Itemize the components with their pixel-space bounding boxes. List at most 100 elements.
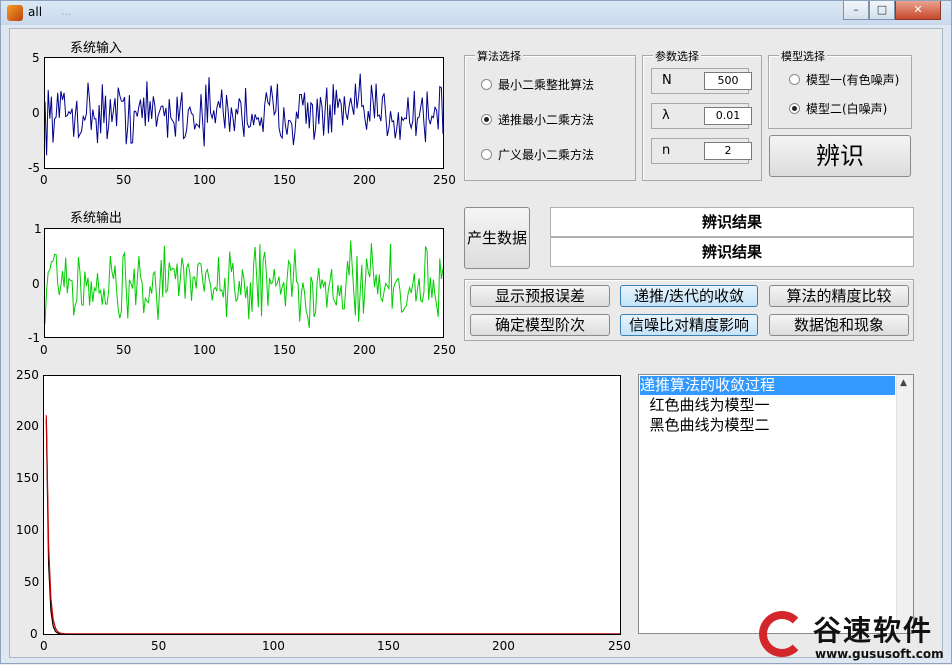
input-axes-title: 系统输入: [70, 41, 123, 56]
show-prediction-error-button[interactable]: 显示预报误差: [470, 285, 610, 307]
result-box-1: 辨识结果: [550, 207, 914, 237]
conv-xtick: 50: [151, 639, 167, 653]
algo-option-label: 递推最小二乘方法: [498, 113, 595, 127]
gusu-logo-icon: [759, 611, 805, 657]
window-title: all: [28, 5, 43, 19]
convergence-curve: [45, 419, 620, 635]
identify-button[interactable]: 辨识: [769, 135, 911, 177]
param-label: n: [662, 143, 671, 158]
model-option-label: 模型一(有色噪声): [806, 73, 900, 87]
radio-icon[interactable]: [481, 79, 492, 90]
input-ytick: 5: [32, 51, 40, 65]
param-row-order: n 2: [651, 138, 752, 164]
algo-option-generalized-ls[interactable]: 广义最小二乘方法: [481, 146, 594, 163]
scroll-up-arrow-icon[interactable]: ▲: [900, 378, 907, 388]
window-title-ghost: ...: [61, 5, 72, 18]
output-xtick: 0: [40, 343, 48, 357]
model-option-colored-noise[interactable]: 模型一(有色噪声): [789, 71, 899, 88]
radio-icon[interactable]: [481, 149, 492, 160]
data-saturation-button[interactable]: 数据饱和现象: [769, 314, 909, 336]
conv-xtick: 0: [40, 639, 48, 653]
output-xtick: 200: [353, 343, 376, 357]
conv-xtick: 200: [492, 639, 515, 653]
watermark-name: 谷速软件: [813, 614, 934, 647]
model-order-button[interactable]: 确定模型阶次: [470, 314, 610, 336]
conv-xtick: 250: [608, 639, 631, 653]
conv-ytick: 100: [16, 523, 39, 537]
conv-ytick: 50: [24, 575, 40, 589]
model-panel: 模型选择 模型一(有色噪声) 模型二(白噪声): [768, 48, 912, 129]
close-button[interactable]: ✕: [895, 1, 941, 20]
output-axes: [44, 228, 444, 338]
input-xtick: 50: [116, 173, 132, 187]
output-axes-title: 系统输出: [70, 211, 123, 226]
param-panel-title: 参数选择: [653, 48, 701, 64]
algo-panel: 算法选择 最小二乘整批算法 递推最小二乘方法 广义最小二乘方法: [464, 48, 636, 181]
algo-panel-title: 算法选择: [475, 48, 523, 64]
snr-precision-button[interactable]: 信噪比对精度影响: [620, 314, 758, 336]
conv-ytick: 200: [16, 419, 39, 433]
algo-option-batch-ls[interactable]: 最小二乘整批算法: [481, 76, 594, 93]
param-order-input[interactable]: 2: [704, 142, 752, 160]
input-xtick: 0: [40, 173, 48, 187]
generate-data-button[interactable]: 产生数据: [464, 207, 530, 269]
input-xtick: 250: [433, 173, 456, 187]
signal-line: [44, 240, 444, 329]
radio-selected-icon[interactable]: [481, 114, 492, 125]
input-xtick: 100: [193, 173, 216, 187]
conv-xtick: 100: [262, 639, 285, 653]
input-xtick: 200: [353, 173, 376, 187]
watermark-url: www.gususoft.com: [815, 647, 944, 661]
model-option-label: 模型二(白噪声): [806, 102, 888, 116]
output-xtick: 100: [193, 343, 216, 357]
signal-line: [44, 73, 444, 156]
input-xtick: 150: [273, 173, 296, 187]
input-ytick: -5: [28, 161, 40, 175]
param-label: N: [662, 73, 672, 88]
title-bar: all ... – □ ✕: [1, 1, 951, 25]
convergence-curve: [45, 415, 620, 635]
function-button-panel: 显示预报误差 递推/迭代的收敛 算法的精度比较 确定模型阶次 信噪比对精度影响 …: [464, 279, 914, 341]
param-row-lambda: λ 0.01: [651, 103, 752, 129]
output-ytick: -1: [28, 331, 40, 345]
conv-ytick: 150: [16, 471, 39, 485]
model-panel-title: 模型选择: [779, 48, 827, 64]
convergence-button[interactable]: 递推/迭代的收敛: [620, 285, 758, 307]
output-ytick: 1: [34, 222, 42, 236]
watermark: 谷速软件 www.gususoft.com: [753, 607, 952, 665]
conv-ytick: 250: [16, 368, 39, 382]
maximize-button[interactable]: □: [869, 1, 895, 20]
result-box-2: 辨识结果: [550, 237, 914, 267]
algo-option-label: 广义最小二乘方法: [498, 148, 595, 162]
list-item[interactable]: 黑色曲线为模型二: [640, 416, 770, 435]
listbox-scrollbar[interactable]: ▲: [896, 375, 913, 633]
param-panel: 参数选择 N 500 λ 0.01 n 2: [642, 48, 762, 181]
figure-area: 系统输入 5 0 -5 0 50 100 150 200 250 系统输出 1 …: [9, 28, 943, 658]
precision-compare-button[interactable]: 算法的精度比较: [769, 285, 909, 307]
param-lambda-input[interactable]: 0.01: [704, 107, 752, 125]
convergence-plot: [45, 415, 620, 635]
convergence-axes: [43, 375, 621, 635]
app-window: all ... – □ ✕ 系统输入 5 0 -5 0 50 100 150 2…: [0, 0, 952, 664]
output-xtick: 50: [116, 343, 132, 357]
output-xtick: 150: [273, 343, 296, 357]
algo-option-recursive-ls[interactable]: 递推最小二乘方法: [481, 111, 594, 128]
matlab-icon: [7, 5, 23, 21]
input-axes: [44, 57, 444, 169]
output-ytick: 0: [32, 277, 40, 291]
input-signal-plot: [44, 73, 444, 156]
output-xtick: 250: [433, 343, 456, 357]
list-item[interactable]: 红色曲线为模型一: [640, 396, 770, 415]
output-signal-plot: [44, 240, 444, 329]
conv-ytick: 0: [30, 627, 38, 641]
info-listbox[interactable]: 递推算法的收敛过程 红色曲线为模型一 黑色曲线为模型二 ▲: [638, 374, 914, 634]
algo-option-label: 最小二乘整批算法: [498, 78, 595, 92]
input-ytick: 0: [32, 106, 40, 120]
param-row-n: N 500: [651, 68, 752, 94]
model-option-white-noise[interactable]: 模型二(白噪声): [789, 100, 887, 117]
radio-icon[interactable]: [789, 74, 800, 85]
minimize-button[interactable]: –: [843, 1, 869, 20]
param-n-input[interactable]: 500: [704, 72, 752, 90]
list-item[interactable]: 递推算法的收敛过程: [640, 376, 895, 395]
radio-selected-icon[interactable]: [789, 103, 800, 114]
